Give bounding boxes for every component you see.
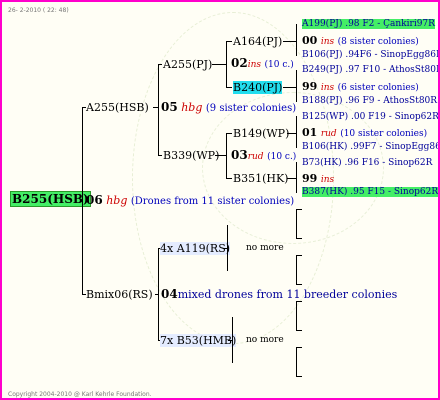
empty-bracket — [296, 255, 297, 285]
gen4-race: ins — [320, 37, 335, 47]
dam-dam-id[interactable]: A164(PJ) — [233, 35, 282, 48]
connector — [226, 133, 232, 134]
connector — [227, 225, 228, 271]
empty-bracket — [296, 238, 302, 239]
dam-sire-label[interactable]: B240(PJ) — [233, 81, 283, 94]
sire-year: 03 — [231, 148, 248, 162]
gen4-sire-label[interactable]: B387(HK) .95 F15 - Sinop62R — [302, 187, 438, 197]
gen4-race: rud — [320, 129, 337, 139]
gen4-info: 99 ins — [302, 172, 334, 187]
gen4-sire[interactable]: B106(HK) .99F7 - SinopEgg86R — [302, 141, 438, 154]
gen4-dam-label[interactable]: A199(PJ) .98 F2 - Çankiri97R — [302, 19, 435, 29]
connector — [158, 155, 162, 156]
gen4-year: 99 — [302, 80, 318, 93]
connector — [212, 64, 226, 65]
gen4-sire[interactable]: B188(PJ) .96 F9 - AthosSt80R — [302, 95, 437, 108]
drone-group-b-label[interactable]: 7x B53(HMB) — [160, 334, 237, 347]
empty-bracket — [296, 347, 302, 348]
root-note: (Drones from 11 sister colonies) — [130, 196, 295, 207]
drone-group-a-more: no more — [246, 243, 284, 253]
connector — [158, 64, 159, 156]
gen4-year: 99 — [302, 172, 318, 185]
gen4-note: (6 sister colonies) — [337, 83, 419, 93]
gen4-year: 00 — [302, 34, 318, 47]
root-race: hbg — [106, 194, 128, 207]
drone-group-b[interactable]: 7x B53(HMB) — [160, 334, 237, 347]
connector — [296, 70, 297, 102]
queen-line-id[interactable]: A255(HSB) — [86, 101, 149, 114]
sire-info: 03rud (10 c.) — [231, 149, 296, 164]
gen4-dam[interactable]: B249(PJ) .97 F10 - AthosSt80R — [302, 64, 438, 77]
dam-id[interactable]: A255(PJ) — [163, 58, 212, 71]
dam-info: 02ins (10 c.) — [231, 57, 294, 72]
sire-dam-id[interactable]: B149(WP) — [233, 127, 289, 140]
drone-line-info: 04mixed drones from 11 breeder colonies — [161, 287, 398, 302]
connector — [226, 41, 232, 42]
root-info: 06 hbg (Drones from 11 sister colonies) — [86, 194, 294, 208]
gen4-race: ins — [320, 175, 335, 185]
drone-group-a-label[interactable]: 4x A119(RS) — [160, 242, 231, 255]
connector — [283, 41, 296, 42]
dam-sire-id[interactable]: B240(PJ) — [233, 81, 283, 94]
empty-bracket — [296, 330, 302, 331]
dam-note: (10 c.) — [264, 60, 294, 70]
connector — [226, 133, 227, 179]
gen4-sire[interactable]: B106(PJ) .94F6 - SinopEgg86R — [302, 49, 438, 62]
connector — [296, 24, 297, 56]
copyright-text: Copyright 2004-2010 @ Karl Kehrle Founda… — [8, 391, 152, 398]
gen4-dam[interactable]: B73(HK) .96 F16 - Sinop62R — [302, 157, 432, 170]
empty-bracket — [296, 301, 297, 331]
gen4-dam[interactable]: B125(WP) .00 F19 - Sinop62R — [302, 111, 438, 124]
drone-line-year: 04 — [161, 287, 178, 301]
connector — [296, 162, 297, 193]
connector — [82, 107, 83, 295]
queen-line-note: (9 sister colonies) — [205, 103, 297, 114]
pedigree-frame: 26- 2-2010 ( 22: 48) B255(HSB) 06 hbg (D… — [0, 0, 440, 400]
gen4-note: (10 sister colonies) — [340, 129, 428, 139]
drone-group-b-more: no more — [246, 335, 284, 345]
root-year: 06 — [86, 193, 103, 207]
connector — [158, 248, 159, 341]
connector — [226, 178, 232, 179]
root-id[interactable]: B255(HSB) — [10, 191, 91, 207]
empty-bracket — [296, 301, 302, 302]
sire-id[interactable]: B339(WP) — [163, 149, 219, 162]
queen-line-year: 05 — [161, 100, 178, 114]
connector — [287, 178, 296, 179]
connector — [226, 87, 232, 88]
dam-year: 02 — [231, 56, 248, 70]
queen-line-race: hbg — [181, 101, 203, 114]
queen-line-info: 05 hbg (9 sister colonies) — [161, 101, 296, 115]
drone-line-note: mixed drones from 11 breeder colonies — [177, 288, 398, 301]
header-timestamp: 26- 2-2010 ( 22: 48) — [8, 7, 69, 14]
sire-race: rud — [247, 152, 264, 162]
gen4-dam[interactable]: A199(PJ) .98 F2 - Çankiri97R — [302, 18, 435, 31]
connector — [287, 133, 296, 134]
connector — [158, 64, 162, 65]
connector — [296, 116, 297, 148]
sire-sire-id[interactable]: B351(HK) — [233, 172, 288, 185]
gen4-info: 01 rud (10 sister colonies) — [302, 126, 427, 141]
empty-bracket — [296, 255, 302, 256]
gen4-year: 01 — [302, 126, 318, 139]
drone-line-id[interactable]: Bmix06(RS) — [86, 288, 153, 301]
root-queen[interactable]: B255(HSB) — [10, 191, 91, 207]
empty-bracket — [296, 284, 302, 285]
empty-bracket — [296, 209, 302, 210]
gen4-sire[interactable]: B387(HK) .95 F15 - Sinop62R — [302, 186, 438, 199]
connector — [232, 317, 233, 363]
empty-bracket — [296, 347, 297, 377]
dam-race: ins — [247, 60, 261, 70]
empty-bracket — [296, 209, 297, 239]
sire-note: (10 c.) — [267, 152, 297, 162]
connector — [226, 41, 227, 88]
gen4-race: ins — [320, 83, 335, 93]
gen4-note: (8 sister colonies) — [337, 37, 419, 47]
gen4-info: 99 ins (6 sister colonies) — [302, 80, 419, 95]
connector — [283, 87, 296, 88]
gen4-info: 00 ins (8 sister colonies) — [302, 34, 419, 49]
connector — [215, 155, 226, 156]
empty-bracket — [296, 376, 302, 377]
drone-group-a[interactable]: 4x A119(RS) — [160, 242, 231, 255]
